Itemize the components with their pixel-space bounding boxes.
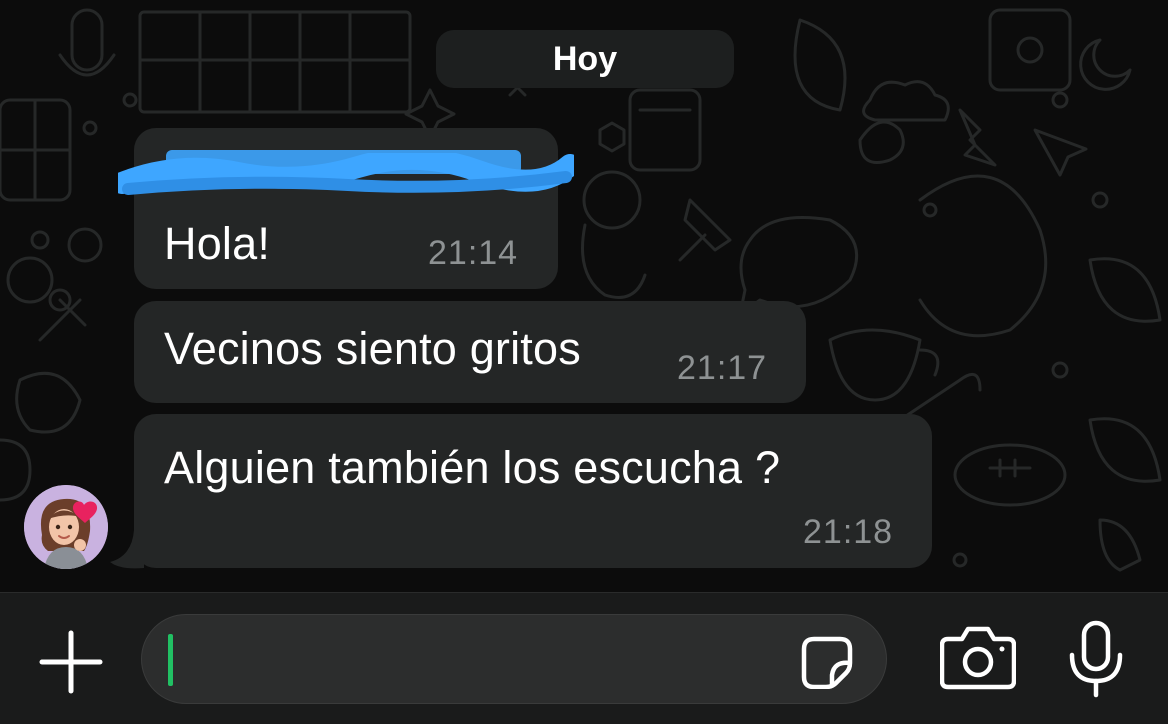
plus-icon[interactable]: [36, 627, 106, 697]
message-timestamp: 21:18: [803, 513, 894, 551]
message-bubble[interactable]: Alguien también los escucha ? 21:18: [134, 414, 932, 568]
chat-screen: Hoy Hola! 21:14 Vecinos siento gritos 21…: [0, 0, 1168, 724]
camera-icon[interactable]: [940, 623, 1016, 691]
message-input[interactable]: [141, 614, 887, 704]
message-text: Alguien también los escucha ?: [164, 442, 781, 493]
message-composer: [0, 592, 1168, 724]
date-separator: Hoy: [436, 30, 734, 88]
message-text: Vecinos siento gritos: [164, 323, 581, 374]
message-bubble[interactable]: Vecinos siento gritos 21:17: [134, 301, 806, 403]
sticker-icon[interactable]: [800, 635, 854, 689]
text-caret: [168, 634, 173, 686]
message-timestamp: 21:17: [677, 349, 768, 387]
redaction-scribble: [118, 153, 574, 195]
message-text: Hola!: [164, 218, 271, 269]
sender-avatar[interactable]: [24, 485, 108, 569]
message-timestamp: 21:14: [428, 234, 519, 272]
avatar-image: [24, 485, 108, 569]
bubble-tail: [110, 530, 144, 569]
microphone-icon[interactable]: [1062, 619, 1130, 699]
